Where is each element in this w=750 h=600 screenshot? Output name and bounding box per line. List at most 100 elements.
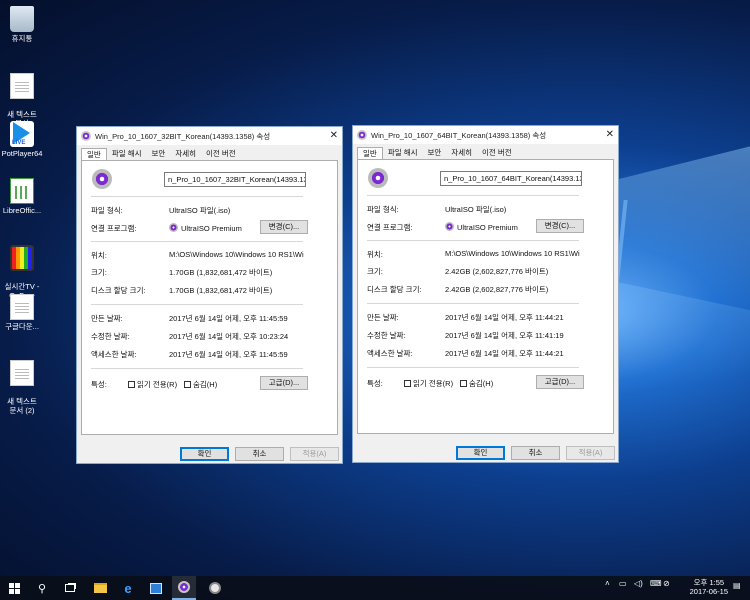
tab-previous-versions[interactable]: 이전 버전 xyxy=(201,148,241,160)
location-value: M:\OS\Windows 10\Windows 10 RS1\Wi xyxy=(445,249,580,258)
hidden-checkbox[interactable]: 숨김(H) xyxy=(184,379,217,390)
system-clock[interactable]: 오후 1:55 2017-06-15 xyxy=(690,578,728,596)
attributes-label: 특성: xyxy=(91,380,107,389)
file-type-row: 파일 형식: UltraISO 파일(.iso) xyxy=(367,204,607,215)
tab-file-hash[interactable]: 파일 해시 xyxy=(107,148,147,160)
size-on-disk-label: 디스크 할당 크기: xyxy=(367,285,422,294)
tab-general[interactable]: 일반 xyxy=(81,148,107,160)
edge-icon[interactable]: e xyxy=(116,576,140,600)
desktop-icon-label: 구글다운... xyxy=(5,322,39,331)
start-icon xyxy=(8,582,20,594)
size-on-disk-value: 1.70GB (1,832,681,472 바이트) xyxy=(169,286,273,295)
task-view-icon[interactable] xyxy=(58,576,82,600)
libreoffice-calc-icon xyxy=(10,178,34,204)
ok-button[interactable]: 확인 xyxy=(456,446,505,460)
tab-details[interactable]: 자세히 xyxy=(446,147,477,159)
ok-button[interactable]: 확인 xyxy=(180,447,229,461)
accessed-label: 액세스한 날짜: xyxy=(91,350,137,359)
filename-field[interactable]: n_Pro_10_1607_32BIT_Korean(14393.1358) xyxy=(164,172,306,187)
divider xyxy=(367,195,579,196)
chevron-up-icon[interactable]: ˄ xyxy=(605,579,610,588)
apply-button[interactable]: 적용(A) xyxy=(290,447,339,461)
filename-field[interactable]: n_Pro_10_1607_64BIT_Korean(14393.1358) xyxy=(440,171,582,186)
opens-with-value: UltraISO Premium xyxy=(181,224,242,233)
tab-previous-versions[interactable]: 이전 버전 xyxy=(477,147,517,159)
desktop-icon-label: 새 텍스트 문서 (2) xyxy=(7,397,37,415)
text-file-icon xyxy=(10,73,34,99)
divider xyxy=(91,368,303,369)
created-row: 만든 날짜: 2017년 6월 14일 어제, 오후 11:44:21 xyxy=(367,312,607,323)
iso-file-icon xyxy=(368,168,388,188)
search-icon[interactable]: ⚲ xyxy=(30,576,54,600)
tab-security[interactable]: 보안 xyxy=(147,148,171,160)
tab-details[interactable]: 자세히 xyxy=(170,148,201,160)
readonly-checkbox[interactable]: 읽기 전용(R) xyxy=(128,379,177,390)
title-bar[interactable]: Win_Pro_10_1607_64BIT_Korean(14393.1358)… xyxy=(353,126,618,144)
file-explorer-icon[interactable] xyxy=(88,576,112,600)
opens-with-label: 연결 프로그램: xyxy=(91,224,137,233)
disc-icon xyxy=(81,131,91,141)
cancel-button[interactable]: 취소 xyxy=(511,446,560,460)
created-label: 만든 날짜: xyxy=(91,314,123,323)
created-value: 2017년 6월 14일 어제, 오후 11:44:21 xyxy=(445,313,564,322)
checkbox-box[interactable] xyxy=(184,381,191,388)
ultraiso-icon[interactable] xyxy=(172,576,196,600)
tab-general[interactable]: 일반 xyxy=(357,147,383,159)
tab-security[interactable]: 보안 xyxy=(423,147,447,159)
close-icon[interactable]: ✕ xyxy=(606,129,614,140)
hidden-checkbox[interactable]: 숨김(H) xyxy=(460,378,493,389)
ultraiso-icon xyxy=(169,223,178,232)
accessed-value: 2017년 6월 14일 어제, 오후 11:44:21 xyxy=(445,349,564,358)
text-file-icon xyxy=(10,360,34,386)
desktop-icon-text-document-2[interactable]: 새 텍스트 문서 (2) xyxy=(0,351,44,424)
clock-date: 2017-06-15 xyxy=(689,587,728,596)
warning-icon[interactable]: ⊘ xyxy=(663,579,670,588)
taskbar: ⚲ e ˄ ▭ ◁) ⌨ ⊘ 오후 1:55 2017-06-15 ▤ xyxy=(0,576,750,600)
tab-strip: 일반 파일 해시 보안 자세히 이전 버전 xyxy=(77,148,342,160)
attributes-label: 특성: xyxy=(367,379,383,388)
cancel-button[interactable]: 취소 xyxy=(235,447,284,461)
network-icon[interactable]: ▭ xyxy=(619,579,627,588)
text-file-icon xyxy=(10,294,34,320)
change-button[interactable]: 변경(C)... xyxy=(260,220,308,234)
change-button[interactable]: 변경(C)... xyxy=(536,219,584,233)
checkbox-box[interactable] xyxy=(404,380,411,387)
size-on-disk-label: 디스크 할당 크기: xyxy=(91,286,146,295)
advanced-button[interactable]: 고급(D)... xyxy=(536,375,584,389)
accessed-value: 2017년 6월 14일 어제, 오후 11:45:59 xyxy=(169,350,288,359)
volume-icon[interactable]: ◁) xyxy=(634,579,643,588)
size-on-disk-row: 디스크 할당 크기: 1.70GB (1,832,681,472 바이트) xyxy=(91,285,331,296)
tab-strip: 일반 파일 해시 보안 자세히 이전 버전 xyxy=(353,147,618,159)
hidden-label: 숨김(H) xyxy=(193,380,218,389)
desktop-icon-recycle-bin[interactable]: 휴지통 xyxy=(0,6,44,43)
size-label: 크기: xyxy=(91,268,107,277)
close-icon[interactable]: ✕ xyxy=(330,130,338,141)
advanced-button[interactable]: 고급(D)... xyxy=(260,376,308,390)
properties-dialog-32bit: Win_Pro_10_1607_32BIT_Korean(14393.1358)… xyxy=(76,126,343,464)
keyboard-icon[interactable]: ⌨ xyxy=(650,579,662,588)
tab-file-hash[interactable]: 파일 해시 xyxy=(383,147,423,159)
app-icon[interactable] xyxy=(203,576,227,600)
checkbox-box[interactable] xyxy=(128,381,135,388)
store-icon[interactable] xyxy=(144,576,168,600)
desktop-icon-libreoffice[interactable]: LibreOffic... xyxy=(0,178,44,215)
created-row: 만든 날짜: 2017년 6월 14일 어제, 오후 11:45:59 xyxy=(91,313,331,324)
file-type-label: 파일 형식: xyxy=(367,205,399,214)
desktop-icon-google-download[interactable]: 구글다운... xyxy=(0,294,44,331)
modified-value: 2017년 6월 14일 어제, 오후 11:41:19 xyxy=(445,331,564,340)
ultraiso-icon xyxy=(445,222,454,231)
clock-time: 오후 1:55 xyxy=(693,578,725,587)
readonly-checkbox[interactable]: 읽기 전용(R) xyxy=(404,378,453,389)
apply-button[interactable]: 적용(A) xyxy=(566,446,615,460)
tv-icon xyxy=(10,245,34,271)
divider xyxy=(367,367,579,368)
desktop-icon-potplayer[interactable]: PotPlayer64 xyxy=(0,121,44,158)
start-button[interactable] xyxy=(2,576,26,600)
modified-row: 수정한 날짜: 2017년 6월 14일 어제, 오후 11:41:19 xyxy=(367,330,607,341)
title-bar[interactable]: Win_Pro_10_1607_32BIT_Korean(14393.1358)… xyxy=(77,127,342,145)
accessed-label: 액세스한 날짜: xyxy=(367,349,413,358)
location-value: M:\OS\Windows 10\Windows 10 RS1\Wi xyxy=(169,250,304,259)
divider xyxy=(367,240,579,241)
checkbox-box[interactable] xyxy=(460,380,467,387)
notification-icon[interactable]: ▤ xyxy=(733,581,741,590)
